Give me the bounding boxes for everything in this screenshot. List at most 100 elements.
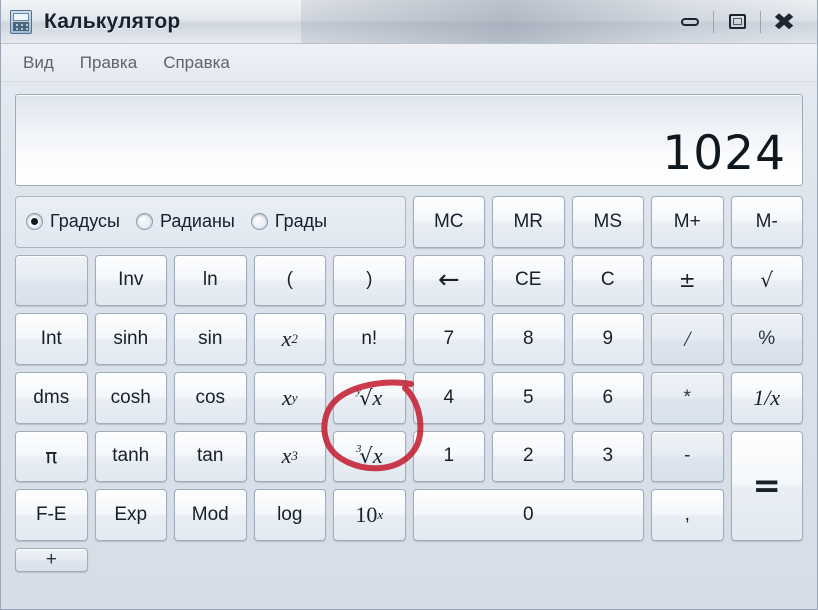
display-value: 1024 bbox=[662, 126, 786, 181]
key-5[interactable]: 5 bbox=[492, 372, 565, 424]
equals-label: = bbox=[752, 465, 782, 506]
title-bar: Калькулятор ✖ bbox=[1, 0, 817, 44]
key-x-power-y[interactable]: xy bbox=[253, 372, 326, 424]
base-x: x bbox=[281, 326, 292, 352]
close-button[interactable]: ✖ bbox=[761, 7, 807, 37]
menu-item-view[interactable]: Вид bbox=[13, 50, 64, 76]
control-divider bbox=[760, 10, 761, 33]
key-0[interactable]: 0 bbox=[412, 489, 644, 541]
key-2[interactable]: 2 bbox=[492, 430, 565, 483]
display-area: 1024 bbox=[1, 82, 817, 194]
key-percent[interactable]: % bbox=[730, 313, 803, 365]
restore-button[interactable] bbox=[714, 7, 760, 37]
key-int[interactable]: Int bbox=[15, 313, 88, 365]
menu-bar: Вид Правка Справка bbox=[1, 44, 817, 82]
key-backspace[interactable]: ← bbox=[412, 254, 485, 307]
divide-icon: / bbox=[684, 326, 691, 352]
key-equals[interactable]: = bbox=[730, 430, 803, 541]
calculator-window: Калькулятор ✖ Вид Правка Справка 1024 Гр… bbox=[0, 0, 818, 610]
base-x: x bbox=[281, 443, 292, 469]
key-memory-clear[interactable]: MC bbox=[412, 196, 485, 248]
pi-icon: π bbox=[45, 444, 58, 469]
control-divider bbox=[713, 10, 714, 33]
key-memory-add[interactable]: M+ bbox=[651, 196, 724, 248]
key-9[interactable]: 9 bbox=[571, 313, 644, 365]
exponent-y: y bbox=[291, 389, 298, 405]
radio-grads-label: Грады bbox=[274, 211, 328, 232]
key-exp[interactable]: Exp bbox=[94, 489, 167, 541]
key-clear[interactable]: C bbox=[571, 254, 644, 307]
key-4[interactable]: 4 bbox=[412, 372, 485, 424]
calculator-icon bbox=[10, 9, 32, 34]
key-cosh[interactable]: cosh bbox=[94, 372, 167, 424]
plus-minus-icon: ± bbox=[678, 268, 696, 293]
exponent-3: 3 bbox=[291, 448, 298, 464]
key-log[interactable]: log bbox=[253, 489, 326, 541]
key-tan[interactable]: tan bbox=[174, 430, 247, 483]
key-ten-power-x[interactable]: 10 x bbox=[333, 489, 406, 541]
key-factorial[interactable]: n! bbox=[333, 313, 406, 365]
key-cos[interactable]: cos bbox=[174, 372, 247, 424]
radio-degrees[interactable]: Градусы bbox=[26, 211, 120, 232]
result-display[interactable]: 1024 bbox=[15, 94, 803, 186]
radio-radians[interactable]: Радианы bbox=[136, 211, 235, 232]
key-clear-entry[interactable]: CE bbox=[492, 254, 565, 307]
minimize-button[interactable] bbox=[667, 7, 713, 37]
key-float-exp[interactable]: F-E bbox=[15, 489, 88, 541]
menu-item-edit[interactable]: Правка bbox=[70, 50, 147, 76]
key-ln[interactable]: ln bbox=[174, 254, 247, 307]
key-subtract[interactable]: - bbox=[651, 430, 724, 483]
left-arrow-icon: ← bbox=[437, 265, 460, 296]
key-sqrt[interactable]: √ bbox=[730, 254, 803, 307]
key-multiply[interactable]: * bbox=[651, 372, 724, 424]
root-index-3: 3 bbox=[355, 443, 362, 456]
radio-degrees-label: Градусы bbox=[50, 211, 120, 232]
radio-dot-icon bbox=[136, 213, 153, 231]
key-close-paren[interactable]: ) bbox=[333, 254, 406, 307]
key-sinh[interactable]: sinh bbox=[94, 313, 167, 365]
key-sin[interactable]: sin bbox=[174, 313, 247, 365]
close-icon: ✖ bbox=[772, 7, 796, 36]
reciprocal-label: 1/x bbox=[753, 384, 781, 410]
exponent-2: 2 bbox=[291, 331, 298, 347]
key-open-paren[interactable]: ( bbox=[253, 254, 326, 307]
sqrt-icon: √ bbox=[760, 268, 774, 293]
key-mod[interactable]: Mod bbox=[174, 489, 247, 541]
key-memory-subtract[interactable]: M- bbox=[730, 196, 803, 248]
radicand-x: x bbox=[372, 384, 383, 410]
radio-dot-icon bbox=[26, 213, 43, 231]
key-3[interactable]: 3 bbox=[571, 430, 644, 483]
root-index-y: y bbox=[356, 384, 362, 397]
key-divide[interactable]: / bbox=[651, 313, 724, 365]
key-blank[interactable] bbox=[15, 254, 88, 307]
key-cube-root[interactable]: 3 √ x bbox=[333, 430, 406, 483]
key-sign[interactable]: ± bbox=[651, 254, 724, 307]
key-x-cubed[interactable]: x3 bbox=[253, 430, 326, 483]
key-memory-recall[interactable]: MR bbox=[492, 196, 565, 248]
base-x: x bbox=[281, 384, 292, 410]
key-8[interactable]: 8 bbox=[492, 313, 565, 365]
radio-dot-icon bbox=[250, 213, 268, 231]
key-pi[interactable]: π bbox=[15, 430, 88, 483]
key-x-squared[interactable]: x2 bbox=[253, 313, 326, 365]
key-decimal-separator[interactable]: , bbox=[651, 489, 724, 541]
angle-mode-group: Градусы Радианы Грады bbox=[15, 196, 406, 248]
restore-icon bbox=[728, 14, 746, 29]
key-add[interactable]: + bbox=[15, 548, 88, 572]
key-memory-store[interactable]: MS bbox=[571, 196, 644, 248]
key-dms[interactable]: dms bbox=[15, 372, 88, 424]
key-inv[interactable]: Inv bbox=[94, 254, 167, 307]
radio-grads[interactable]: Грады bbox=[250, 211, 328, 232]
key-reciprocal[interactable]: 1/x bbox=[730, 372, 803, 424]
key-y-root-x[interactable]: y √ x bbox=[333, 372, 406, 424]
radicand-x: x bbox=[372, 443, 383, 469]
menu-item-help[interactable]: Справка bbox=[153, 50, 240, 76]
window-title: Калькулятор bbox=[44, 9, 181, 33]
key-6[interactable]: 6 bbox=[571, 372, 644, 424]
key-7[interactable]: 7 bbox=[412, 313, 485, 365]
exponent-x: x bbox=[377, 507, 384, 523]
keypad: Градусы Радианы Грады MC MR MS M+ M- Inv… bbox=[1, 194, 817, 582]
key-1[interactable]: 1 bbox=[412, 430, 485, 483]
window-controls: ✖ bbox=[667, 0, 807, 43]
key-tanh[interactable]: tanh bbox=[94, 430, 167, 483]
